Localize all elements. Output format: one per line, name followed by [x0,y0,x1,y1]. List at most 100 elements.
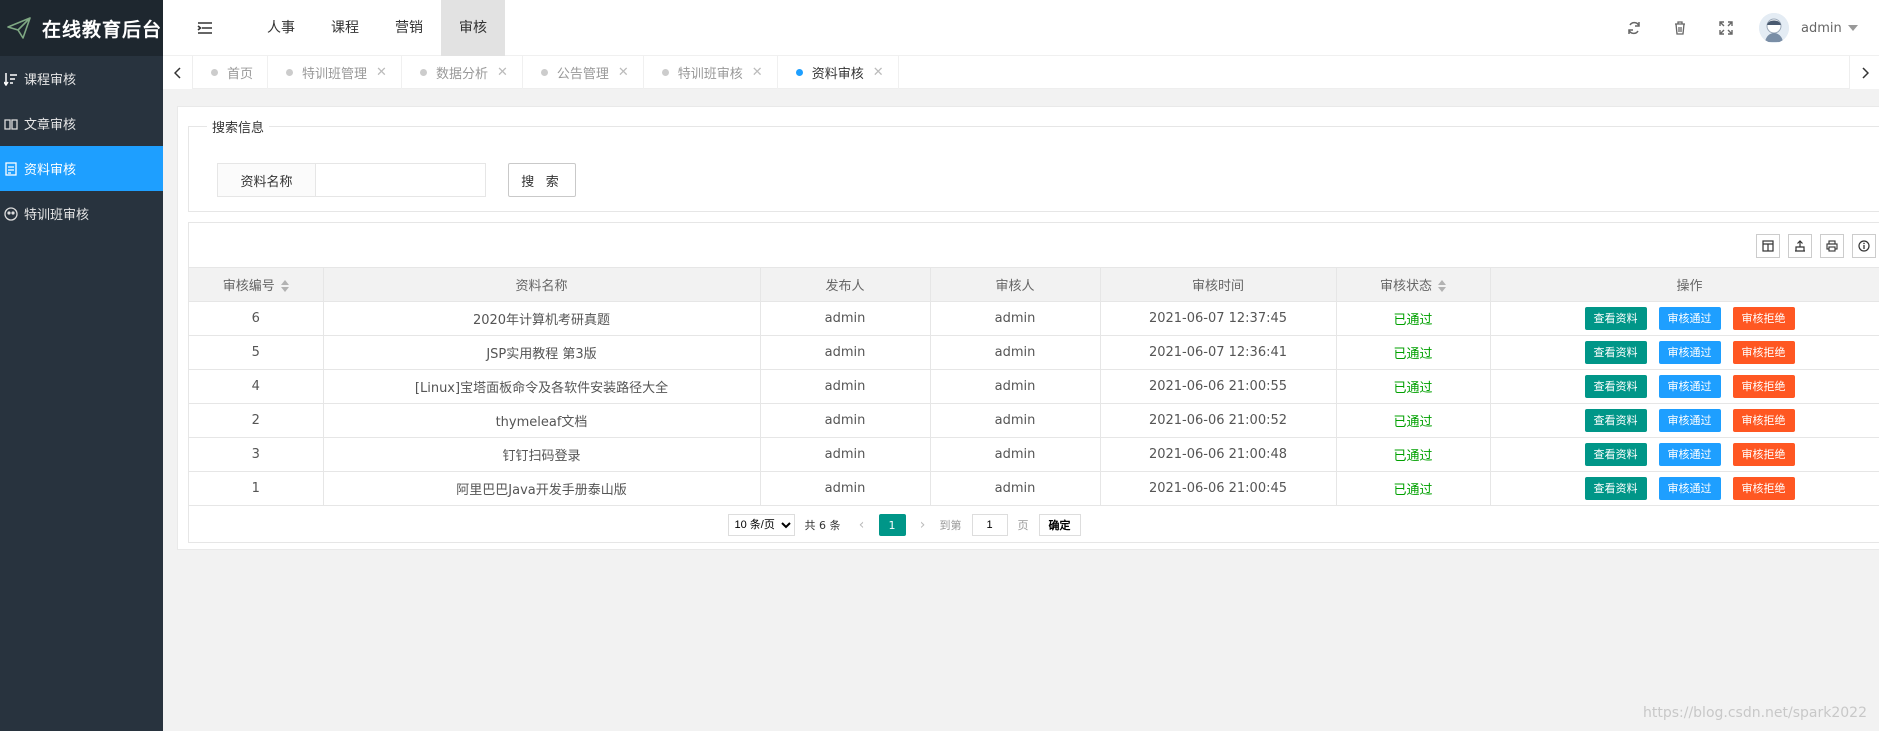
table-toolbar [189,223,1879,268]
search-label: 资料名称 [217,163,316,197]
view-material-button[interactable]: 查看资料 [1584,374,1647,398]
cell-review-id: 6 [189,301,324,336]
cell-review-status: 已通过 [1335,437,1491,472]
approve-button[interactable]: 审核通过 [1658,408,1721,432]
goto-confirm-button[interactable]: 确定 [1038,514,1081,536]
topnav-hr[interactable]: 人事 [249,0,313,56]
table-header-row: 审核编号 资料名称 发布人 审核人 审核时间 审核状态 操作 [189,268,1879,302]
topnav-review[interactable]: 审核 [441,0,505,56]
columns-filter-icon[interactable] [1756,234,1780,258]
cell-material-name: [Linux]宝塔面板命令及各软件安装路径大全 [322,369,761,404]
view-material-button[interactable]: 查看资料 [1584,408,1647,432]
col-label: 审核编号 [222,278,275,294]
tab-label: 资料审核 [811,67,864,82]
approve-button[interactable]: 审核通过 [1658,476,1721,500]
sidebar-item-material-review[interactable]: 资料审核 [0,146,163,191]
col-label: 发布人 [825,278,865,294]
view-material-button[interactable]: 查看资料 [1584,476,1647,500]
tab-label: 特训班管理 [302,67,368,82]
sidebar-item-course-review[interactable]: 课程审核 [0,56,163,101]
chevron-left-icon[interactable] [163,56,193,89]
reject-button[interactable]: 审核拒绝 [1732,374,1795,398]
page-unit: 页 [1017,519,1029,532]
col-label: 审核人 [995,278,1035,294]
sort-icon[interactable] [1438,280,1446,293]
cell-reviewer: admin [929,369,1101,404]
view-material-button[interactable]: 查看资料 [1584,306,1647,330]
search-button[interactable]: 搜 索 [508,163,576,197]
info-icon[interactable] [1852,234,1876,258]
tab-label: 公告管理 [556,67,609,82]
cell-review-status: 已通过 [1335,335,1491,370]
view-material-button[interactable]: 查看资料 [1584,442,1647,466]
close-icon[interactable]: ✕ [376,65,387,80]
top-nav: 人事 课程 营销 审核 [249,0,505,56]
export-icon[interactable] [1788,234,1812,258]
topnav-course[interactable]: 课程 [313,0,377,56]
sort-icon[interactable] [280,280,289,293]
table-tools [1748,234,1876,258]
close-icon[interactable]: ✕ [618,65,629,80]
cell-actions: 查看资料 审核通过 审核拒绝 [1489,403,1879,438]
tab-home[interactable]: 首页 [193,56,269,89]
close-icon[interactable]: ✕ [873,65,884,80]
approve-button[interactable]: 审核通过 [1658,442,1721,466]
review-table: 审核编号 资料名称 发布人 审核人 审核时间 审核状态 操作 6 2020年计算机… [189,268,1879,506]
prev-page-icon[interactable]: ‹ [855,517,869,533]
approve-button[interactable]: 审核通过 [1658,340,1721,364]
app-title: 在线教育后台 [42,18,163,41]
tab-dot [795,69,803,76]
header-actions: admin [1611,0,1879,56]
fullscreen-icon[interactable] [1703,0,1749,56]
tab-material-review[interactable]: 资料审核 ✕ [778,56,899,89]
approve-button[interactable]: 审核通过 [1658,374,1721,398]
chevron-right-icon[interactable] [1849,56,1879,89]
search-row: 资料名称 搜 索 [217,163,576,197]
tab-training-management[interactable]: 特训班管理 ✕ [268,56,402,89]
reject-button[interactable]: 审核拒绝 [1732,340,1795,364]
reject-button[interactable]: 审核拒绝 [1732,306,1795,330]
tab-announcement-management[interactable]: 公告管理 ✕ [523,56,644,89]
total-count: 共 6 条 [804,519,841,532]
col-review-status[interactable]: 审核状态 [1335,268,1491,302]
avatar [1759,13,1789,43]
close-icon[interactable]: ✕ [497,65,508,80]
book-icon [2,115,20,133]
tab-dot [540,69,548,76]
material-name-input[interactable] [316,163,486,197]
sidebar-item-article-review[interactable]: 文章审核 [0,101,163,146]
pagination-inner: 10 条/页 共 6 条 ‹ 1 › 到第 页 确定 [727,514,1081,536]
print-icon[interactable] [1820,234,1844,258]
tab-dot [661,69,669,76]
reject-button[interactable]: 审核拒绝 [1732,476,1795,500]
cell-reviewer: admin [929,335,1101,370]
col-review-id[interactable]: 审核编号 [189,268,324,302]
tab-training-review[interactable]: 特训班审核 ✕ [644,56,778,89]
current-page[interactable]: 1 [878,514,906,536]
reject-button[interactable]: 审核拒绝 [1732,442,1795,466]
tab-label: 首页 [227,67,254,82]
cell-review-id: 2 [189,403,324,438]
trash-icon[interactable] [1657,0,1703,56]
sidebar: 在线教育后台 课程审核 文章审核 资料审核 特训班审核 [0,0,163,731]
logo[interactable]: 在线教育后台 [0,0,163,56]
goto-page-input[interactable] [971,514,1008,536]
close-icon[interactable]: ✕ [752,65,763,80]
reject-button[interactable]: 审核拒绝 [1732,408,1795,432]
sidebar-item-label: 文章审核 [24,118,77,133]
next-page-icon[interactable]: › [916,517,930,533]
topnav-marketing[interactable]: 营销 [377,0,441,56]
menu-toggle-icon[interactable] [195,18,215,38]
user-menu[interactable]: admin [1759,13,1879,43]
refresh-icon[interactable] [1611,0,1657,56]
tab-data-analysis[interactable]: 数据分析 ✕ [402,56,523,89]
sidebar-item-training-review[interactable]: 特训班审核 [0,191,163,236]
approve-button[interactable]: 审核通过 [1658,306,1721,330]
cell-material-name: 阿里巴巴Java开发手册泰山版 [322,471,761,506]
cell-publisher: admin [759,301,931,336]
cell-review-time: 2021-06-06 21:00:45 [1099,471,1337,506]
page-size-select[interactable]: 10 条/页 [727,514,795,536]
col-label: 资料名称 [515,278,568,294]
view-material-button[interactable]: 查看资料 [1584,340,1647,364]
cell-material-name: 2020年计算机考研真题 [322,301,761,336]
